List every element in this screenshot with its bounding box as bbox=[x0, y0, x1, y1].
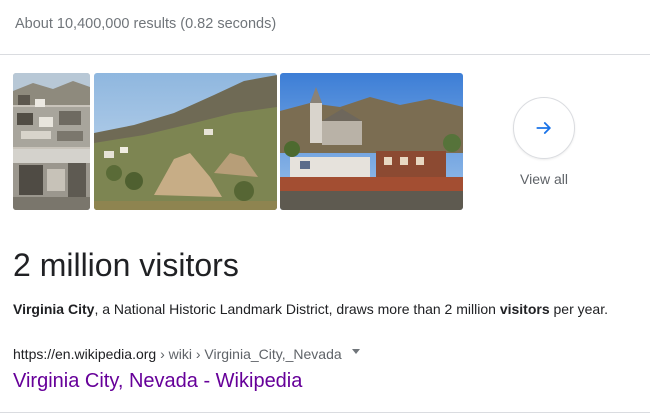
divider bbox=[0, 412, 650, 413]
snippet-text: , a National Historic Landmark District,… bbox=[94, 301, 500, 317]
caret-down-icon[interactable] bbox=[351, 348, 360, 354]
view-all-circle[interactable] bbox=[513, 97, 575, 159]
snippet-bold-subject: Virginia City bbox=[13, 301, 95, 317]
result-title-link[interactable]: Virginia City, Nevada - Wikipedia bbox=[13, 368, 302, 394]
image-thumbnail-1[interactable] bbox=[13, 73, 90, 210]
divider bbox=[0, 54, 650, 55]
view-all-label[interactable]: View all bbox=[513, 171, 575, 187]
view-all-button[interactable]: View all bbox=[513, 97, 575, 187]
snippet-text-end: per year. bbox=[549, 301, 609, 317]
results-stats: About 10,400,000 results (0.82 seconds) bbox=[15, 16, 277, 32]
image-thumbnail-1-graphic bbox=[13, 73, 90, 210]
image-thumbnail-2-graphic bbox=[94, 73, 277, 210]
snippet-bold-keyword: visitors bbox=[499, 301, 550, 317]
image-thumbnail-3[interactable] bbox=[280, 73, 463, 210]
image-thumbnail-3-graphic bbox=[280, 73, 463, 210]
featured-answer: 2 million visitors bbox=[13, 247, 239, 283]
result-url[interactable]: https://en.wikipedia.org › wiki › Virgin… bbox=[13, 344, 360, 364]
result-domain: https://en.wikipedia.org bbox=[13, 346, 157, 362]
featured-snippet: Virginia City, a National Historic Landm… bbox=[13, 299, 608, 319]
image-thumbnail-2[interactable] bbox=[94, 73, 277, 210]
result-path: › wiki › Virginia_City,_Nevada bbox=[156, 346, 342, 362]
arrow-right-icon bbox=[536, 122, 551, 134]
